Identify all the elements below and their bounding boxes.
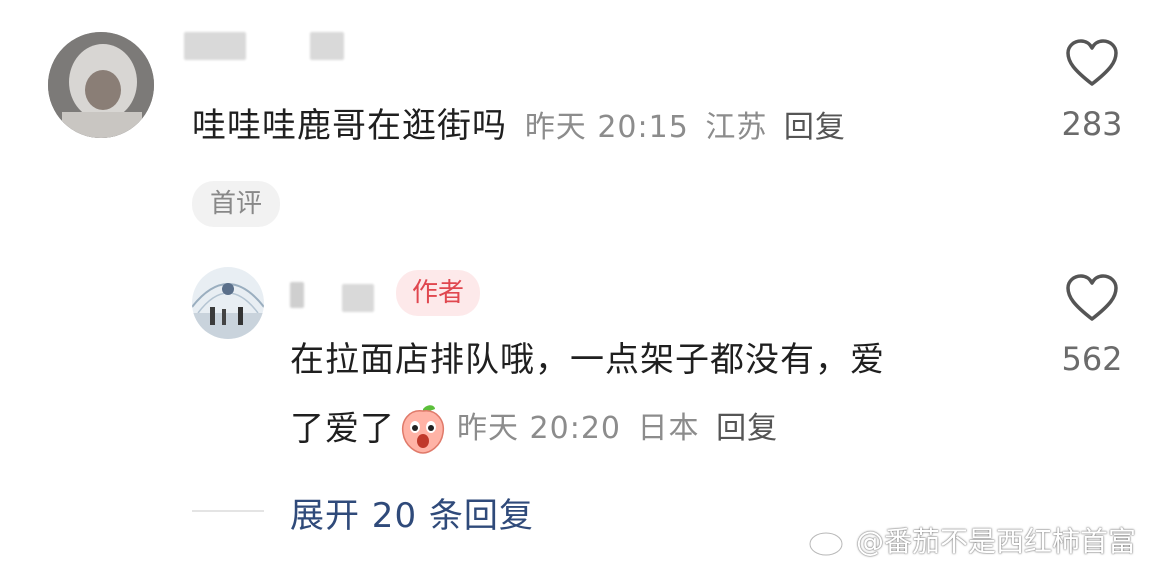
comment-text: 在拉面店排队哦，一点架子都没有，爱 [290, 340, 885, 380]
comment-text: 了爱了 昨天 20:20 日本 回复 [290, 400, 778, 458]
weibo-logo-icon [808, 523, 852, 557]
reply-divider [192, 510, 264, 512]
first-comment-badge: 首评 [192, 181, 281, 227]
heart-outline-icon[interactable] [1064, 38, 1120, 88]
expand-replies-button[interactable]: 展开 20 条回复 [290, 488, 534, 537]
author-badge: 作者 [396, 270, 481, 316]
username-blurred [290, 282, 304, 308]
username-blurred [184, 32, 246, 60]
like-count: 283 [1061, 105, 1123, 143]
reply-button[interactable]: 回复 [784, 110, 846, 145]
like-count: 562 [1061, 340, 1123, 378]
username-blurred [342, 284, 374, 312]
comment-location: 日本 [637, 411, 700, 446]
username-blurred [310, 32, 344, 60]
comment-time: 昨天 20:20 [457, 411, 621, 446]
commenter-avatar[interactable] [48, 32, 154, 138]
heart-outline-icon[interactable] [1064, 273, 1120, 323]
author-avatar[interactable] [192, 267, 264, 339]
reply-button[interactable]: 回复 [716, 411, 778, 446]
avatar-photo [192, 267, 264, 339]
comment-time: 昨天 20:15 [524, 110, 689, 145]
watermark: @番茄不是西红柿首富 [808, 520, 1136, 560]
avatar-photo [48, 32, 154, 138]
peach-surprised-emoji-icon [401, 405, 445, 454]
comment-text: 哇哇哇鹿哥在逛街吗 昨天 20:15 江苏 回复 [192, 106, 846, 146]
comment-location: 江苏 [705, 110, 768, 145]
